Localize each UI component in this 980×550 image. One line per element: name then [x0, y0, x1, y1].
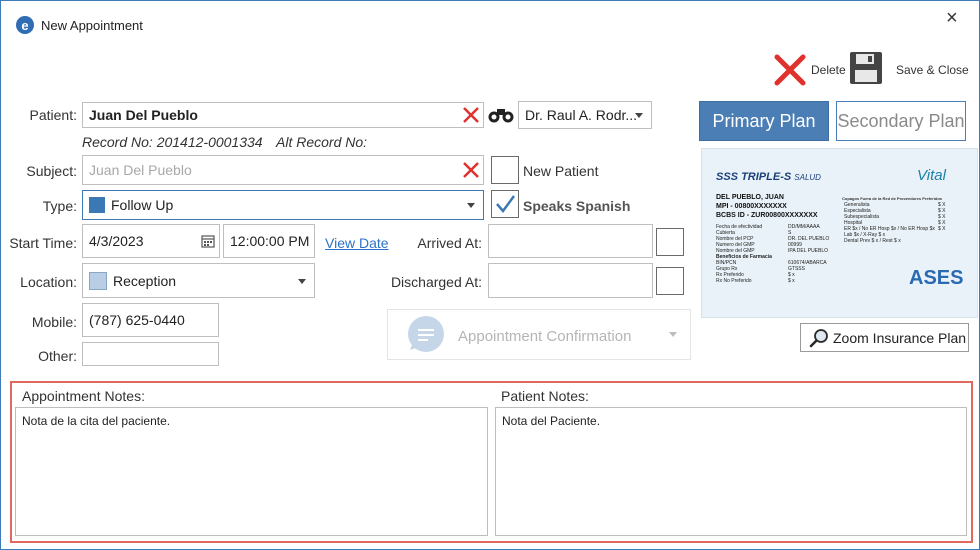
- appointment-notes-label: Appointment Notes:: [22, 388, 145, 404]
- doctor-select[interactable]: Dr. Raul A. Rodr...: [518, 101, 652, 129]
- chevron-down-icon: [467, 203, 475, 208]
- location-value: Reception: [113, 272, 177, 289]
- card-field-value: DD/MM/AAAA: [788, 224, 820, 230]
- delete-button[interactable]: Delete: [773, 53, 849, 87]
- patient-notes-label: Patient Notes:: [501, 388, 589, 404]
- appointment-notes-textarea[interactable]: Nota de la cita del paciente.: [15, 407, 488, 536]
- discharged-at-label: Discharged At:: [390, 274, 482, 290]
- delete-label: Delete: [811, 63, 846, 77]
- subject-placeholder: Juan Del Pueblo: [89, 162, 192, 178]
- discharged-checkbox[interactable]: [656, 267, 684, 295]
- triple-s-logo: SSS TRIPLE-S SALUD: [716, 171, 821, 183]
- binoculars-search-icon[interactable]: [488, 106, 514, 124]
- location-select[interactable]: Reception: [82, 263, 315, 298]
- close-window-button[interactable]: ×: [946, 7, 958, 30]
- copay-value: $ X: [938, 226, 946, 232]
- save-close-label: Save & Close: [896, 63, 969, 77]
- arrived-at-field[interactable]: [488, 224, 653, 258]
- other-label: Other:: [38, 348, 77, 364]
- type-color-swatch: [89, 197, 105, 213]
- new-patient-checkbox[interactable]: [491, 156, 519, 184]
- mobile-label: Mobile:: [31, 314, 77, 330]
- start-date-value: 4/3/2023: [89, 233, 144, 249]
- ases-logo: ASES: [909, 267, 964, 289]
- arrived-checkbox[interactable]: [656, 228, 684, 256]
- save-close-button[interactable]: Save & Close: [849, 51, 974, 87]
- alt-record-no: Alt Record No:: [276, 134, 368, 150]
- type-value: Follow Up: [111, 197, 174, 213]
- card-mpi: MPI - 00800XXXXXXX: [716, 203, 787, 210]
- patient-field[interactable]: Juan Del Pueblo: [82, 102, 484, 128]
- secondary-plan-button[interactable]: Secondary Plan: [836, 101, 966, 141]
- triple-s-logo-mark: SSS: [716, 171, 739, 183]
- primary-plan-button[interactable]: Primary Plan: [699, 101, 829, 141]
- speaks-spanish-label: Speaks Spanish: [523, 198, 631, 214]
- card-field-value: $ x: [788, 278, 795, 284]
- floppy-disk-icon: [850, 52, 882, 84]
- subject-label: Subject:: [26, 163, 77, 179]
- arrived-at-label: Arrived At:: [417, 235, 482, 251]
- subject-field[interactable]: Juan Del Pueblo: [82, 155, 484, 185]
- chat-bubble-icon: [408, 316, 444, 352]
- record-no: Record No: 201412-0001334: [82, 134, 263, 150]
- type-label: Type:: [42, 198, 77, 214]
- start-time-value: 12:00:00 PM: [230, 233, 310, 249]
- card-name: DEL PUEBLO, JUAN: [716, 194, 784, 201]
- calendar-icon[interactable]: [201, 234, 215, 248]
- card-field-key: Rx No Preferido: [716, 278, 752, 284]
- card-brand: TRIPLE-S: [741, 171, 792, 183]
- card-field-value: IPA DEL PUEBLO: [788, 248, 829, 254]
- window-title: New Appointment: [41, 18, 143, 33]
- doctor-value: Dr. Raul A. Rodr...: [525, 107, 638, 123]
- other-field[interactable]: [82, 342, 219, 366]
- appointment-window: e New Appointment × Delete Save & Close …: [0, 0, 980, 550]
- location-label: Location:: [20, 274, 77, 290]
- vital-logo: Vital: [917, 167, 946, 184]
- discharged-at-field[interactable]: [488, 263, 653, 298]
- checkmark-icon: [496, 195, 516, 214]
- chevron-down-icon: [669, 332, 677, 337]
- start-time-field[interactable]: 12:00:00 PM: [223, 224, 315, 258]
- zoom-insurance-plan-label: Zoom Insurance Plan: [833, 329, 967, 346]
- clear-patient-icon[interactable]: [462, 106, 480, 124]
- magnifier-icon: [809, 328, 828, 347]
- mobile-value: (787) 625-0440: [89, 312, 185, 328]
- speaks-spanish-checkbox[interactable]: [491, 190, 519, 218]
- patient-value: Juan Del Pueblo: [89, 107, 198, 123]
- insurance-card-image: SSS TRIPLE-S SALUD Vital DEL PUEBLO, JUA…: [701, 148, 978, 318]
- appointment-confirmation-select[interactable]: Appointment Confirmation: [387, 309, 691, 360]
- copay-title: Copagos Fuera de la Red de Proveedores P…: [842, 196, 943, 201]
- view-date-link[interactable]: View Date: [325, 235, 389, 251]
- copay-key: Dental Prev $ x / Rest $ x: [844, 238, 901, 244]
- appointment-confirmation-label: Appointment Confirmation: [458, 328, 632, 345]
- start-date-field[interactable]: 4/3/2023: [82, 224, 220, 258]
- delete-x-icon: [774, 54, 806, 86]
- new-patient-label: New Patient: [523, 163, 599, 179]
- chevron-down-icon: [298, 278, 306, 284]
- patient-label: Patient:: [29, 107, 77, 123]
- type-select[interactable]: Follow Up: [82, 190, 484, 220]
- zoom-insurance-plan-button[interactable]: Zoom Insurance Plan: [800, 323, 969, 352]
- chevron-down-icon: [635, 113, 643, 118]
- start-time-label: Start Time:: [9, 235, 77, 251]
- mobile-field[interactable]: (787) 625-0440: [82, 303, 219, 337]
- patient-notes-textarea[interactable]: Nota del Paciente.: [495, 407, 967, 536]
- clear-subject-icon[interactable]: [462, 161, 480, 179]
- card-bcbs: BCBS ID - ZUR00800XXXXXXX: [716, 212, 818, 219]
- location-color-swatch: [89, 271, 107, 290]
- app-logo-icon: e: [16, 16, 34, 34]
- card-brand-suffix: SALUD: [794, 173, 821, 182]
